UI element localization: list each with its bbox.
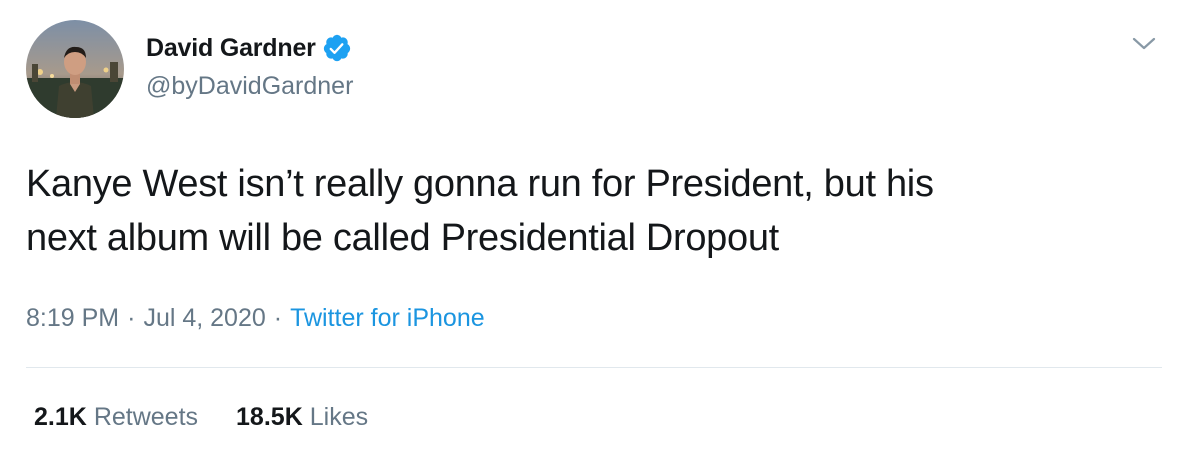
tweet-text: Kanye West isn’t really gonna run for Pr…: [26, 157, 1156, 265]
user-handle[interactable]: @byDavidGardner: [146, 72, 353, 101]
likes-stat[interactable]: 18.5K Likes: [236, 403, 368, 432]
tweet-text-line: next album will be called Presidential D…: [26, 217, 779, 259]
likes-label: Likes: [309, 402, 369, 431]
display-name[interactable]: David Gardner: [146, 34, 316, 63]
retweets-label: Retweets: [93, 402, 199, 431]
retweets-stat[interactable]: 2.1K Retweets: [34, 403, 198, 432]
name-row: David Gardner: [146, 30, 353, 66]
meta-separator: ·: [273, 303, 283, 332]
retweets-count: 2.1K: [34, 402, 87, 431]
tweet-stats: 2.1K Retweets 18.5K Likes: [34, 399, 406, 435]
avatar[interactable]: [26, 20, 124, 118]
tweet-meta: 8:19 PM · Jul 4, 2020 · Twitter for iPho…: [26, 300, 485, 336]
tweet-text-line: Kanye West isn’t really gonna run for Pr…: [26, 163, 934, 205]
tweet-time[interactable]: 8:19 PM: [26, 304, 119, 333]
user-info: David Gardner @byDavidGardner: [146, 30, 353, 101]
tweet-source-link[interactable]: Twitter for iPhone: [290, 304, 485, 333]
likes-count: 18.5K: [236, 402, 303, 431]
tweet-date[interactable]: Jul 4, 2020: [143, 304, 265, 333]
divider: [26, 367, 1162, 368]
meta-separator: ·: [127, 303, 136, 332]
avatar-image: [26, 20, 124, 118]
tweet-card: David Gardner @byDavidGardner Kanye West…: [0, 0, 1192, 456]
chevron-down-icon[interactable]: [1130, 34, 1158, 54]
verified-badge-icon: [322, 33, 352, 63]
